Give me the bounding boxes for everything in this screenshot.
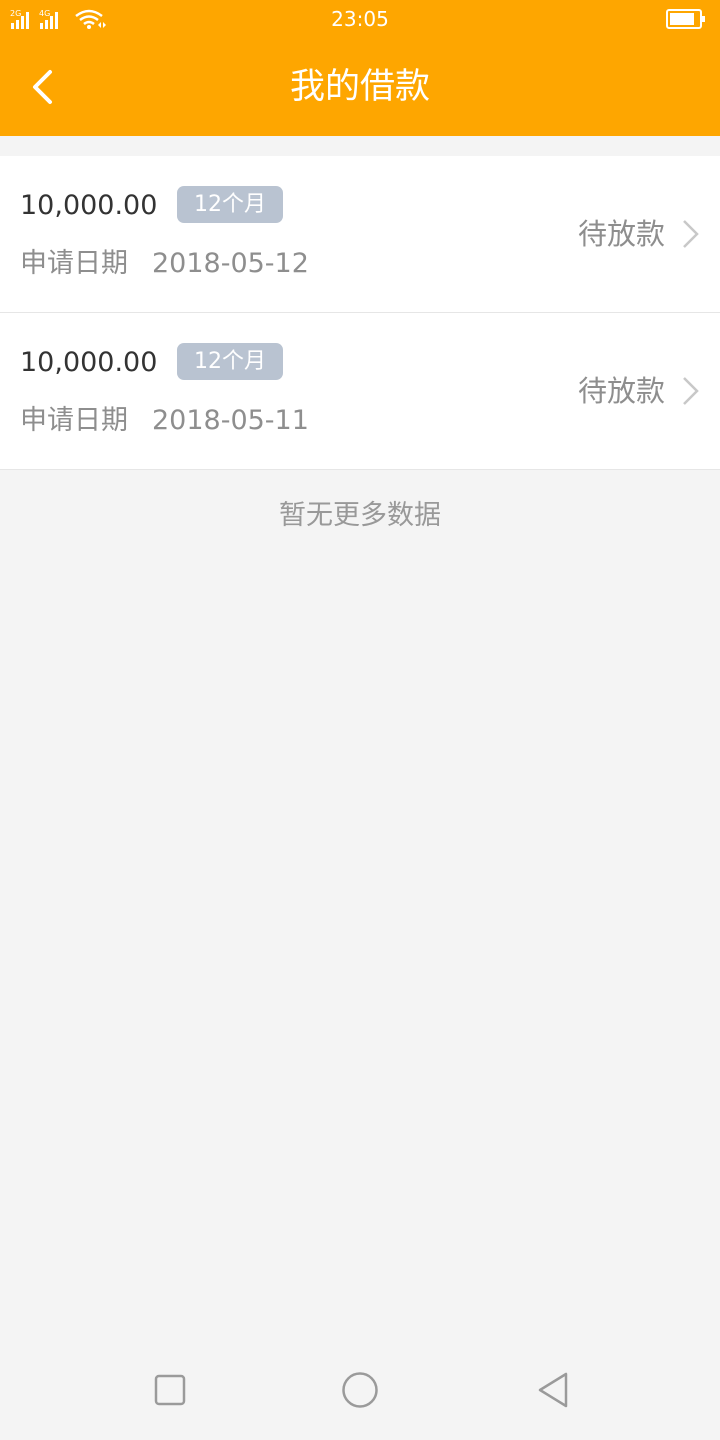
loan-list: 10,000.00 12个月 申请日期 2018-05-12 待放款 10,00… bbox=[0, 156, 720, 470]
home-button[interactable] bbox=[335, 1365, 385, 1415]
loan-status: 待放款 bbox=[577, 374, 665, 408]
page-title: 我的借款 bbox=[289, 67, 430, 107]
loan-item[interactable]: 10,000.00 12个月 申请日期 2018-05-11 待放款 bbox=[0, 313, 720, 470]
recent-apps-button[interactable] bbox=[145, 1365, 195, 1415]
home-icon bbox=[342, 1372, 378, 1408]
battery-icon bbox=[666, 9, 705, 29]
date-label: 申请日期 bbox=[20, 248, 128, 279]
loan-status: 待放款 bbox=[577, 217, 665, 251]
loan-amount: 10,000.00 bbox=[20, 190, 158, 221]
loan-item[interactable]: 10,000.00 12个月 申请日期 2018-05-12 待放款 bbox=[0, 156, 720, 313]
term-badge: 12个月 bbox=[177, 186, 283, 223]
recent-apps-icon bbox=[154, 1374, 186, 1406]
system-nav-bar bbox=[0, 1340, 720, 1440]
nav-back-button[interactable] bbox=[528, 1365, 578, 1415]
back-icon bbox=[538, 1372, 568, 1408]
loan-amount: 10,000.00 bbox=[20, 347, 158, 378]
date-value: 2018-05-11 bbox=[152, 405, 309, 436]
date-label: 申请日期 bbox=[20, 405, 128, 436]
chevron-right-icon bbox=[683, 220, 699, 248]
no-more-data-text: 暂无更多数据 bbox=[279, 500, 441, 531]
chevron-right-icon bbox=[683, 377, 699, 405]
term-badge: 12个月 bbox=[177, 343, 283, 380]
status-bar: 2G 4G 23:05 bbox=[0, 0, 720, 38]
status-time: 23:05 bbox=[331, 7, 389, 31]
app-bar: 我的借款 bbox=[0, 38, 720, 136]
date-value: 2018-05-12 bbox=[152, 248, 309, 279]
